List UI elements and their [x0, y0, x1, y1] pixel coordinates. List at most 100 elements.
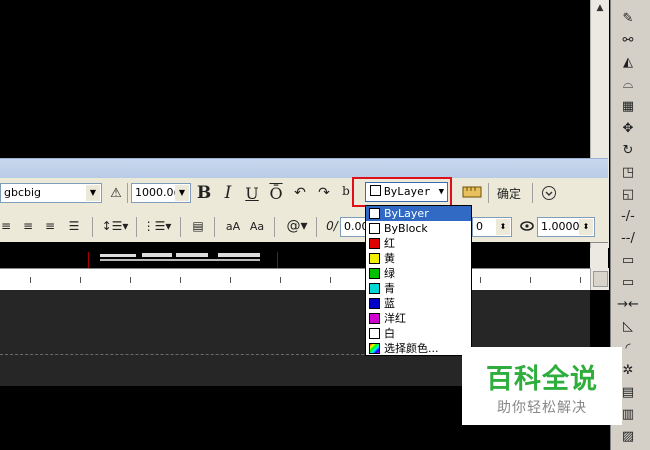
color-option[interactable]: 红	[366, 236, 471, 251]
align-left-icon[interactable]: ≡	[0, 215, 12, 237]
width-factor-field[interactable]: 1.0000 ⬍	[537, 217, 595, 237]
lowercase-icon[interactable]: Aa	[246, 215, 268, 237]
overline-button[interactable]: Ō	[266, 182, 286, 204]
undo-icon[interactable]: ↶	[290, 182, 310, 204]
color-option[interactable]: 黄	[366, 251, 471, 266]
color-option[interactable]: 洋红	[366, 311, 471, 326]
array-icon[interactable]: ▦	[617, 96, 639, 116]
color-swatch-icon	[369, 298, 380, 309]
separator	[92, 217, 93, 237]
scroll-thumb[interactable]	[593, 271, 608, 287]
font-combo[interactable]: gbcbig ▼	[0, 183, 102, 203]
ok-button[interactable]: 确定	[494, 182, 524, 204]
color-swatch-icon	[369, 283, 380, 294]
color-option[interactable]: ByBlock	[366, 221, 471, 236]
separator	[127, 183, 128, 203]
highlight-box	[352, 177, 452, 207]
extend-icon[interactable]: --/	[617, 228, 639, 248]
uppercase-icon[interactable]: aA	[222, 215, 244, 237]
text-height-value: 1000.0(	[135, 186, 178, 199]
text-formatting-titlebar[interactable]	[0, 158, 608, 179]
color-dropdown-list[interactable]: ByLayer ByBlock 红黄绿青蓝洋红白选择颜色...	[365, 205, 472, 356]
oblique-angle-field[interactable]: 0.00	[340, 217, 369, 237]
color-option[interactable]: 白	[366, 326, 471, 341]
watermark-subtitle: 助你轻松解决	[497, 400, 587, 416]
ruler[interactable]	[0, 268, 590, 292]
ruler-tick	[280, 277, 281, 283]
options-icon[interactable]	[539, 182, 559, 204]
text-preview	[176, 253, 208, 257]
color-option-label: 青	[384, 282, 395, 295]
color-option[interactable]: 绿	[366, 266, 471, 281]
text-preview	[218, 253, 260, 257]
ruler-tick	[30, 277, 31, 283]
break-at-point-icon[interactable]: ▭	[617, 272, 639, 292]
symbol-button[interactable]: @ ▾	[282, 215, 312, 237]
redo-icon[interactable]: ↷	[314, 182, 334, 204]
mirror-icon[interactable]: ◭	[617, 52, 639, 72]
chamfer-icon[interactable]: ◺	[617, 316, 639, 336]
bold-button[interactable]: B	[194, 182, 214, 204]
text-height-combo[interactable]: 1000.0( ▼	[131, 183, 191, 203]
trim-icon[interactable]: -/-	[617, 206, 639, 226]
color-swatch-icon	[369, 253, 380, 264]
align-right-icon[interactable]: ≡	[40, 215, 60, 237]
stretch-icon[interactable]: ◱	[617, 184, 639, 204]
mtext-editor-area[interactable]	[0, 242, 590, 268]
align-center-icon[interactable]: ≡	[18, 215, 38, 237]
color-option[interactable]: 蓝	[366, 296, 471, 311]
scroll-up-arrow-icon[interactable]: ▲	[591, 0, 609, 16]
text-preview	[100, 259, 260, 261]
symbol-label: @	[286, 218, 301, 234]
color-swatch-icon	[369, 223, 380, 234]
color-option[interactable]: 选择颜色...	[366, 341, 471, 356]
spinner-icon[interactable]: ⬍	[579, 219, 593, 235]
scrollbar-corner	[590, 248, 608, 268]
copy-object-icon[interactable]: ⚯	[617, 30, 639, 50]
break-icon[interactable]: ▭	[617, 250, 639, 270]
color-option-label: ByLayer	[384, 207, 429, 220]
width-factor-value: 1.0000	[541, 220, 580, 233]
rotate-icon[interactable]: ↻	[617, 140, 639, 160]
ruler-icon[interactable]	[460, 181, 484, 203]
chevron-down-icon[interactable]: ▼	[86, 185, 100, 201]
spinner-icon[interactable]: ⬍	[496, 219, 510, 235]
font-value: gbcbig	[4, 186, 42, 199]
color-option-label: 黄	[384, 252, 395, 265]
ruler-tick	[230, 277, 231, 283]
color-option-label: ByBlock	[384, 222, 428, 235]
ruler-tick	[480, 277, 481, 283]
separator	[136, 217, 137, 237]
offset-icon[interactable]: ⌓	[617, 74, 639, 94]
print-icon[interactable]: ▨	[617, 426, 639, 446]
numbering-icon[interactable]: ⋮☰▾	[142, 215, 172, 237]
ruler-scroll[interactable]	[590, 268, 609, 290]
width-factor-icon[interactable]	[518, 215, 536, 237]
chevron-down-icon[interactable]: ▼	[175, 185, 189, 201]
insert-field-icon[interactable]: ▤	[188, 215, 208, 237]
color-option-label: 绿	[384, 267, 395, 280]
watermark-title: 百科全说	[486, 364, 598, 395]
line-spacing-icon[interactable]: ↕☰▾	[100, 215, 130, 237]
tracking-field[interactable]: 0 ⬍	[472, 217, 512, 237]
scale-icon[interactable]: ◳	[617, 162, 639, 182]
color-swatch-icon	[369, 268, 380, 279]
annotative-icon[interactable]: ⚠	[106, 182, 126, 204]
erase-icon[interactable]: ✎	[617, 8, 639, 28]
color-option[interactable]: 青	[366, 281, 471, 296]
separator	[532, 183, 533, 203]
italic-button[interactable]: I	[218, 182, 238, 204]
move-icon[interactable]: ✥	[617, 118, 639, 138]
color-option-label: 蓝	[384, 297, 395, 310]
text-preview	[100, 254, 136, 257]
color-swatch-icon	[369, 238, 380, 249]
color-option[interactable]: ByLayer	[366, 206, 471, 221]
tracking-value: 0	[476, 220, 483, 233]
underline-button[interactable]: U	[242, 182, 262, 204]
justify-icon[interactable]: ☰	[64, 215, 84, 237]
oblique-angle-icon[interactable]: 0/	[322, 215, 342, 237]
color-option-label: 洋红	[384, 312, 406, 325]
ruler-tick	[580, 277, 581, 283]
color-swatch-icon	[369, 343, 380, 354]
join-icon[interactable]: →←	[617, 294, 639, 314]
